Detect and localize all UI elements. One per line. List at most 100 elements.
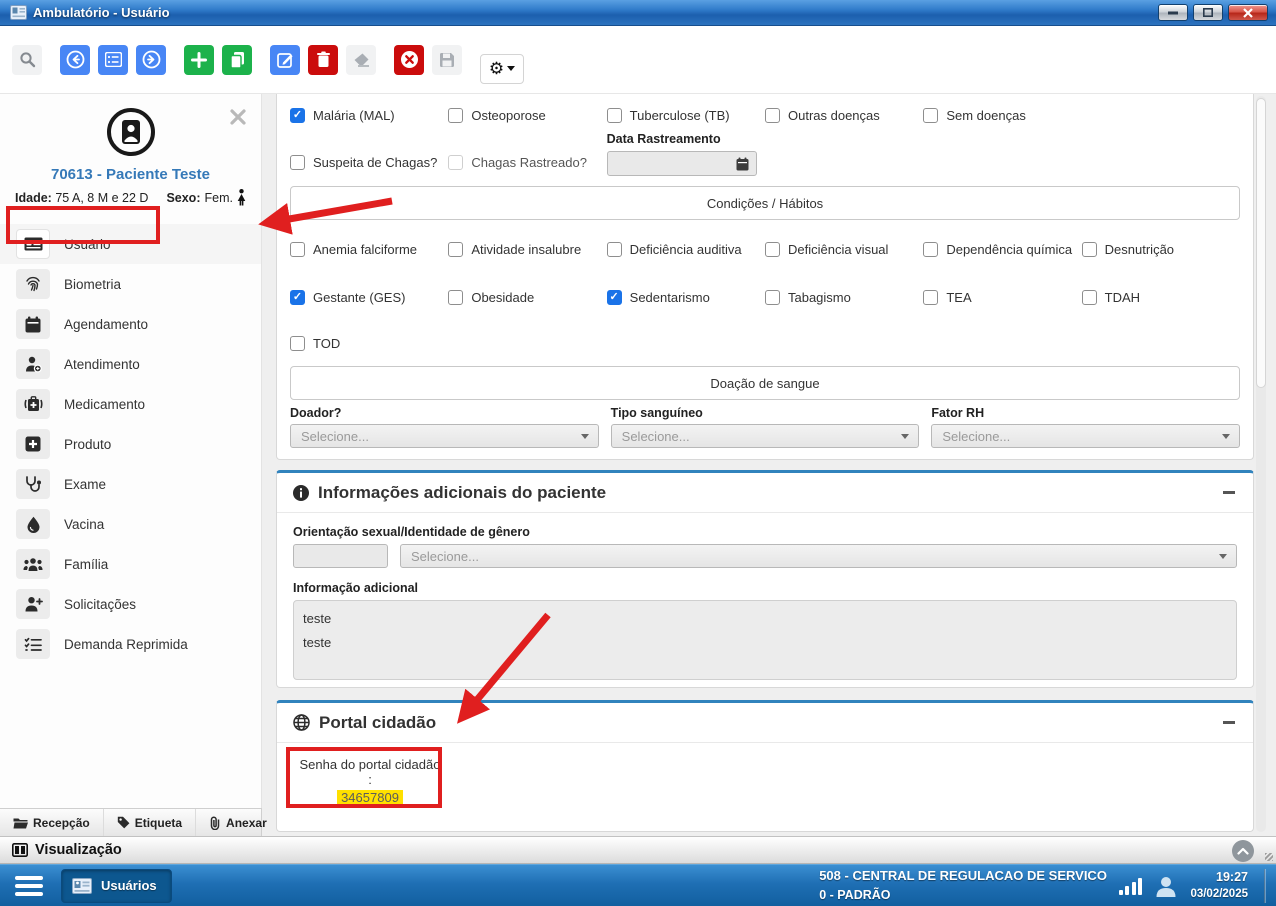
- content-scrollbar[interactable]: [1256, 96, 1266, 832]
- cb-tuberculose[interactable]: Tuberculose (TB): [607, 108, 765, 123]
- taskbar-separator: [1264, 869, 1266, 903]
- checkbox: [448, 108, 463, 123]
- cancel-button[interactable]: [394, 45, 424, 75]
- next-button[interactable]: [136, 45, 166, 75]
- doador-select[interactable]: Selecione...: [290, 424, 599, 448]
- collapse-panel-button[interactable]: [1232, 840, 1254, 862]
- checkbox: [290, 336, 305, 351]
- fator-rh-select[interactable]: Selecione...: [931, 424, 1240, 448]
- tipo-sanguineo-select[interactable]: Selecione...: [611, 424, 920, 448]
- cb-gestante[interactable]: Gestante (GES): [290, 290, 448, 305]
- close-button[interactable]: [1228, 4, 1268, 21]
- minimize-button[interactable]: [1158, 4, 1188, 21]
- cb-malaria[interactable]: Malária (MAL): [290, 108, 448, 123]
- resize-grip[interactable]: [1265, 853, 1273, 861]
- sidebar-menu: Usuário Biometria Agendamento Atendiment…: [0, 224, 261, 664]
- taskbar: Usuários 508 - CENTRAL DE REGULACAO DE S…: [0, 864, 1276, 906]
- maximize-button[interactable]: [1193, 4, 1223, 21]
- cb-tea[interactable]: TEA: [923, 290, 1081, 305]
- sidebar-item-biometria[interactable]: Biometria: [0, 264, 261, 304]
- blood-fields-row: Doador? Selecione... Tipo sanguíneo Sele…: [290, 406, 1240, 448]
- menu-button[interactable]: [15, 876, 43, 896]
- checkbox: [290, 155, 305, 170]
- cb-desnutricao[interactable]: Desnutrição: [1082, 242, 1240, 257]
- etiqueta-button[interactable]: Etiqueta: [104, 809, 196, 836]
- sidebar-item-label: Biometria: [64, 277, 121, 292]
- delete-button[interactable]: [308, 45, 338, 75]
- cb-osteoporose[interactable]: Osteoporose: [448, 108, 606, 123]
- blood-donation-header: Doação de sangue: [290, 366, 1240, 400]
- save-button[interactable]: [432, 45, 462, 75]
- sidebar-item-demanda-reprimida[interactable]: Demanda Reprimida: [0, 624, 261, 664]
- clear-button[interactable]: [346, 45, 376, 75]
- family-icon: [16, 549, 50, 579]
- droplet-icon: [16, 509, 50, 539]
- patient-name: 70613 - Paciente Teste: [0, 166, 261, 183]
- sidebar-item-atendimento[interactable]: Atendimento: [0, 344, 261, 384]
- cb-dependencia-quimica[interactable]: Dependência química: [923, 242, 1081, 257]
- edit-button[interactable]: [270, 45, 300, 75]
- female-icon: [237, 189, 246, 206]
- hamburger-icon: [15, 876, 43, 880]
- previous-button[interactable]: [60, 45, 90, 75]
- sidebar-item-exame[interactable]: Exame: [0, 464, 261, 504]
- collapse-button[interactable]: [1223, 716, 1237, 730]
- cb-deficiencia-auditiva[interactable]: Deficiência auditiva: [607, 242, 765, 257]
- checkbox: [765, 242, 780, 257]
- cb-tabagismo[interactable]: Tabagismo: [765, 290, 923, 305]
- cb-tdah[interactable]: TDAH: [1082, 290, 1240, 305]
- cb-outras-doencas[interactable]: Outras doenças: [765, 108, 923, 123]
- cb-sem-doencas[interactable]: Sem doenças: [923, 108, 1081, 123]
- sidebar-item-medicamento[interactable]: Medicamento: [0, 384, 261, 424]
- checkbox: [765, 290, 780, 305]
- add-button[interactable]: [184, 45, 214, 75]
- usuarios-taskbar-button[interactable]: Usuários: [61, 869, 172, 903]
- checkbox: [923, 108, 938, 123]
- additional-info-label: Informação adicional: [293, 581, 1237, 595]
- orientation-code-input[interactable]: [293, 544, 388, 568]
- data-rastreamento-field: Data Rastreamento: [607, 132, 765, 176]
- patient-header: 70613 - Paciente Teste Idade: 75 A, 8 M …: [0, 94, 261, 206]
- settings-menu-button[interactable]: ⚙: [480, 54, 524, 84]
- sidebar-item-familia[interactable]: Família: [0, 544, 261, 584]
- orientation-select[interactable]: Selecione...: [400, 544, 1237, 568]
- close-icon: [229, 108, 247, 126]
- sidebar-item-usuario[interactable]: Usuário: [0, 224, 261, 264]
- cb-obesidade[interactable]: Obesidade: [448, 290, 606, 305]
- chevron-down-icon: [1219, 554, 1227, 559]
- scrollbar-thumb[interactable]: [1256, 98, 1266, 388]
- chevron-up-icon: [1237, 847, 1249, 855]
- cb-chagas-rastreado[interactable]: Chagas Rastreado?: [448, 155, 606, 170]
- search-button[interactable]: [12, 45, 42, 75]
- cb-tod[interactable]: TOD: [290, 336, 448, 351]
- additional-info-textarea[interactable]: teste teste: [293, 600, 1237, 680]
- cb-suspeita-chagas[interactable]: Suspeita de Chagas?: [290, 155, 448, 170]
- recepcao-button[interactable]: Recepção: [0, 809, 104, 836]
- collapse-button[interactable]: [1223, 486, 1237, 500]
- cb-atividade-insalubre[interactable]: Atividade insalubre: [448, 242, 606, 257]
- chevron-down-icon: [581, 434, 589, 439]
- sidebar-item-label: Demanda Reprimida: [64, 637, 188, 652]
- sidebar-item-label: Usuário: [64, 237, 111, 252]
- conditions-row-2: Gestante (GES) Obesidade Sedentarismo Ta…: [290, 290, 1240, 305]
- user-icon[interactable]: [1154, 874, 1178, 898]
- copy-button[interactable]: [222, 45, 252, 75]
- sidebar-close-button[interactable]: [229, 108, 247, 126]
- signal-bars-icon[interactable]: [1119, 877, 1143, 895]
- list-button[interactable]: [98, 45, 128, 75]
- sidebar-item-solicitacoes[interactable]: Solicitações: [0, 584, 261, 624]
- cb-anemia-falciforme[interactable]: Anemia falciforme: [290, 242, 448, 257]
- folder-icon: [13, 817, 28, 829]
- data-rastreamento-input[interactable]: [607, 151, 757, 176]
- checkbox: [290, 242, 305, 257]
- cb-sedentarismo[interactable]: Sedentarismo: [607, 290, 765, 305]
- patient-sex: Sexo: Fem.: [166, 189, 246, 206]
- anexar-button[interactable]: Anexar: [196, 809, 280, 836]
- cb-deficiencia-visual[interactable]: Deficiência visual: [765, 242, 923, 257]
- sidebar-item-label: Exame: [64, 477, 106, 492]
- plus-icon: [191, 52, 207, 68]
- sidebar-item-vacina[interactable]: Vacina: [0, 504, 261, 544]
- sidebar-item-produto[interactable]: Produto: [0, 424, 261, 464]
- sidebar-item-agendamento[interactable]: Agendamento: [0, 304, 261, 344]
- checkbox-checked: [607, 290, 622, 305]
